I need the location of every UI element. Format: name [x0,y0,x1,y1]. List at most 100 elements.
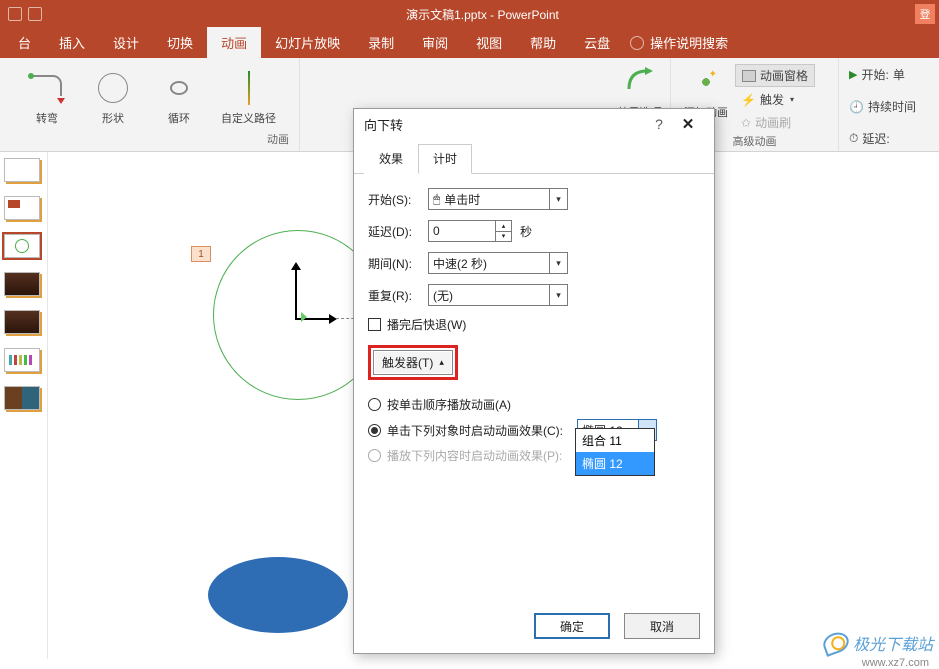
turn-path-icon [27,72,67,104]
ribbon-tabs: 台 插入 设计 切换 动画 幻灯片放映 录制 审阅 视图 帮助 云盘 操作说明搜… [0,28,939,58]
ellipse-icon [98,73,128,103]
rewind-label: 播完后快退(W) [387,316,466,333]
animation-order-tag[interactable]: 1 [191,246,211,262]
motion-start-marker [301,312,307,322]
dialog-tab-effect[interactable]: 效果 [364,144,418,174]
timing-start-label: 开始: [861,66,888,83]
start-label: 开始(S): [368,191,428,208]
animation-pane-button[interactable]: 动画窗格 [735,64,815,87]
effect-loop[interactable]: 循环 [155,68,203,126]
repeat-value: (无) [433,287,453,304]
tab-review[interactable]: 审阅 [408,27,462,58]
radio-icon-disabled [368,449,381,462]
watermark: 极光下载站 www.xz7.com [823,631,933,655]
tab-file[interactable]: 台 [4,27,45,58]
radio-playwith-label: 播放下列内容时启动动画效果(P): [387,447,562,464]
tab-help[interactable]: 帮助 [516,27,570,58]
custom-path-icon [248,71,250,105]
account-badge[interactable]: 登 [915,4,935,24]
row-start: 开始(S): 🖱 单击时 ▾ [368,188,700,210]
tab-slideshow[interactable]: 幻灯片放映 [261,27,354,58]
dialog-help-button[interactable]: ? [646,116,672,132]
checkbox-icon[interactable] [368,318,381,331]
effect-custom-path[interactable]: 自定义路径 [221,68,276,126]
effect-loop-label: 循环 [168,110,190,126]
effect-turn[interactable]: 转弯 [23,68,71,126]
effect-options-dialog: 向下转 ? ✕ 效果 计时 开始(S): 🖱 单击时 ▾ 延迟(D): 0 ▴▾… [353,108,715,654]
start-dropdown[interactable]: 🖱 单击时 ▾ [428,188,568,210]
dialog-title: 向下转 [364,115,646,134]
tab-record[interactable]: 录制 [354,27,408,58]
combo-popup-list[interactable]: 组合 11 椭圆 12 [575,428,655,476]
repeat-dropdown[interactable]: (无) ▾ [428,284,568,306]
timing-start-value: 单 [893,66,905,83]
duration-dropdown[interactable]: 中速(2 秒) ▾ [428,252,568,274]
radio-sequence-row[interactable]: 按单击顺序播放动画(A) [368,396,700,413]
combo-option-2[interactable]: 椭圆 12 [576,452,654,475]
effect-shape-label: 形状 [102,110,124,126]
lightbulb-icon [630,36,644,50]
thumb-5[interactable] [4,310,40,334]
row-delay: 延迟(D): 0 ▴▾ 秒 [368,220,700,242]
row-repeat: 重复(R): (无) ▾ [368,284,700,306]
trigger-button[interactable]: ⚡ 触发 ▾ [735,89,815,110]
mouse-icon: 🖱 [433,192,440,207]
tab-view[interactable]: 视图 [462,27,516,58]
timing-group: ▶ 开始: 单 🕘 持续时间 ⏱ 延迟: [839,58,939,151]
thumb-4[interactable] [4,272,40,296]
combo-option-1[interactable]: 组合 11 [576,429,654,452]
timing-delay-row[interactable]: ⏱ 延迟: [845,128,894,149]
tab-insert[interactable]: 插入 [45,27,99,58]
dialog-titlebar: 向下转 ? ✕ [354,109,714,139]
trigger-button-label: 触发器(T) [382,354,433,371]
advanced-group-label: 高级动画 [733,133,777,151]
quick-access-toolbar [0,7,50,21]
animation-gallery-group: 转弯 形状 循环 自定义路径 动画 [0,58,300,151]
watermark-logo-icon [820,629,851,657]
window-title: 演示文稿1.pptx - PowerPoint [50,6,915,23]
animation-painter-label: 动画刷 [755,114,791,131]
thumb-3-selected[interactable] [4,234,40,258]
duration-value: 中速(2 秒) [433,255,487,272]
timing-start-row[interactable]: ▶ 开始: 单 [845,64,909,85]
trigger-toggle-button[interactable]: 触发器(T) ▴ [373,350,453,375]
ok-button[interactable]: 确定 [534,613,610,639]
delay-spinner[interactable]: 0 ▴▾ [428,220,512,242]
spinner-buttons[interactable]: ▴▾ [495,221,511,241]
collapse-icon: ▴ [439,357,444,368]
chevron-down-icon: ▾ [549,189,567,209]
rewind-checkbox-row[interactable]: 播完后快退(W) [368,316,700,333]
tab-transition[interactable]: 切换 [153,27,207,58]
tell-me-search[interactable]: 操作说明搜索 [650,27,742,58]
highlight-frame: 触发器(T) ▴ [368,345,458,380]
title-bar: 演示文稿1.pptx - PowerPoint 登 [0,0,939,28]
thumb-1[interactable] [4,158,40,182]
dialog-tab-timing[interactable]: 计时 [418,144,472,174]
trigger-label: 触发 [760,91,784,108]
chevron-down-icon: ▾ [549,253,567,273]
radio-icon-selected[interactable] [368,424,381,437]
pane-icon [742,70,756,82]
thumb-2[interactable] [4,196,40,220]
clock-icon: 🕘 [849,100,864,114]
timing-duration-row[interactable]: 🕘 持续时间 [845,96,920,117]
radio-icon[interactable] [368,398,381,411]
add-animation-icon [697,73,715,91]
tab-cloud[interactable]: 云盘 [570,27,624,58]
dialog-body: 开始(S): 🖱 单击时 ▾ 延迟(D): 0 ▴▾ 秒 期间(N): 中速(2… [354,174,714,478]
tab-animation[interactable]: 动画 [207,27,261,58]
qat-dropdown-icon[interactable] [28,7,42,21]
brush-icon: ✩ [741,116,751,130]
cancel-button[interactable]: 取消 [624,613,700,639]
animation-group-label: 动画 [267,131,289,149]
slide-thumbnails[interactable] [0,152,48,659]
autosave-icon[interactable] [8,7,22,21]
thumb-6[interactable] [4,348,40,372]
thumb-7[interactable] [4,386,40,410]
radio-clickobj-label: 单击下列对象时启动动画效果(C): [387,422,563,439]
shape-ellipse-blue[interactable] [208,557,348,633]
effect-shape[interactable]: 形状 [89,68,137,126]
watermark-text: 极光下载站 [853,631,933,655]
dialog-close-button[interactable]: ✕ [672,115,704,133]
tab-design[interactable]: 设计 [99,27,153,58]
